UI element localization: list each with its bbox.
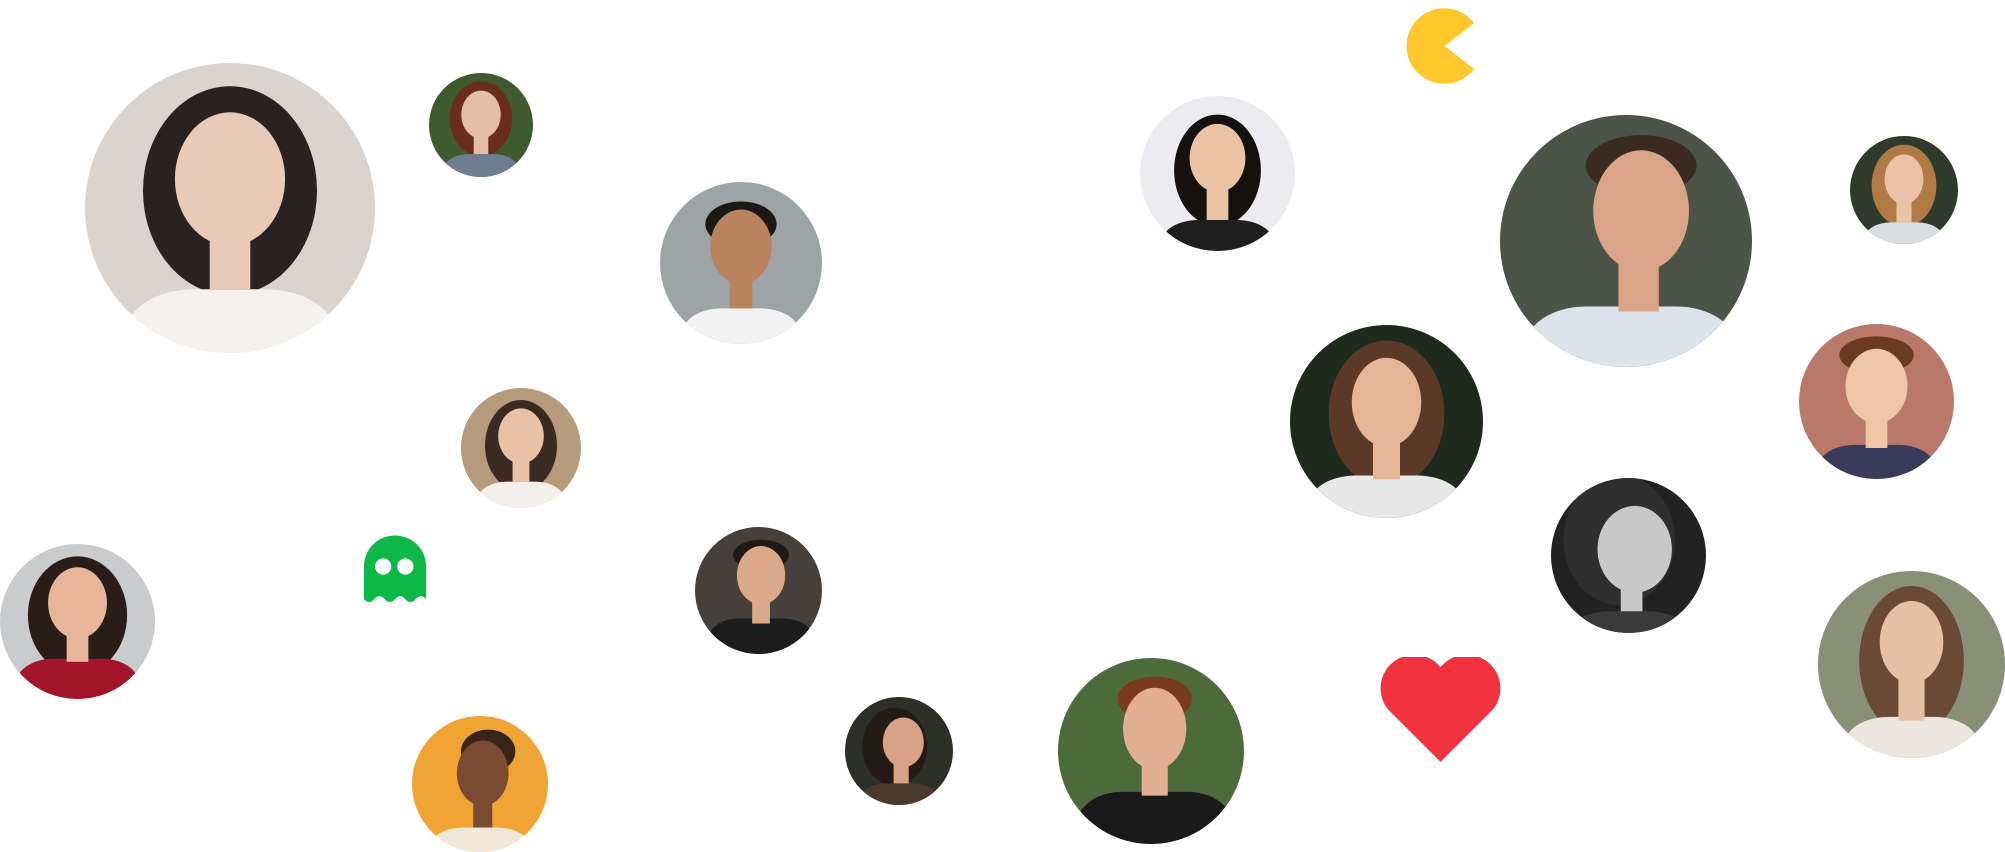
heart-icon	[1380, 657, 1501, 762]
avatar-woman-glasses	[1140, 96, 1295, 251]
avatar-man-red-beard	[1058, 658, 1244, 844]
pacman-icon	[1402, 0, 1484, 92]
avatar-man-glasses-beard	[1500, 115, 1752, 367]
ghost-icon	[358, 531, 432, 605]
avatar-woman-striped-shirt	[1290, 325, 1483, 518]
avatar-woman-laughing-orange	[412, 716, 548, 852]
avatar-cloud	[0, 0, 2005, 852]
avatar-woman-blonde	[1850, 136, 1958, 244]
avatar-man-black-shirt	[695, 527, 822, 654]
avatar-woman-dark-hair-large	[85, 63, 375, 353]
avatar-woman-red-sweater	[0, 544, 155, 699]
avatar-woman-white-top	[461, 388, 581, 508]
avatar-woman-laughing	[845, 697, 953, 805]
avatar-woman-red-hair	[429, 73, 533, 177]
avatar-woman-black-white	[1551, 478, 1706, 633]
avatar-man-glasses-plaid	[1799, 324, 1954, 479]
avatar-woman-long-hair-outdoors	[1818, 571, 2005, 758]
avatar-man-smiling-white-shirt	[660, 182, 822, 344]
